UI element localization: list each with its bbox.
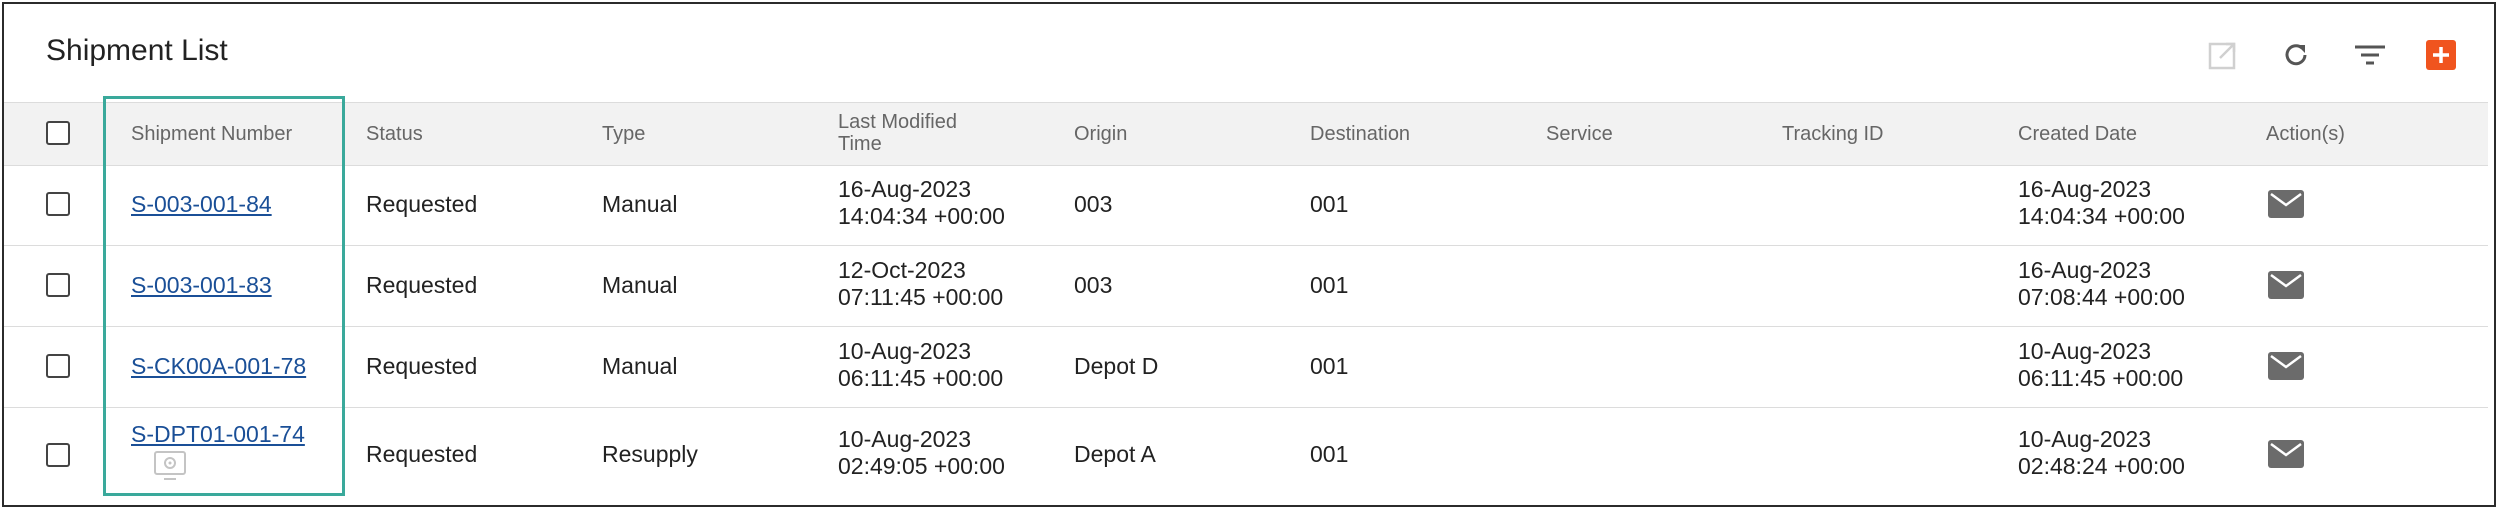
created-date-cell: 10-Aug-2023 06:11:45 +00:00 [2018, 338, 2183, 392]
created-date-cell: 16-Aug-2023 07:08:44 +00:00 [2018, 257, 2185, 311]
column-header-type[interactable]: Type [602, 123, 645, 145]
column-header-shipment-number[interactable]: Shipment Number [131, 123, 292, 145]
table-row: S-DPT01-001-74 Requested Resupply 10-Aug… [4, 407, 2488, 503]
select-all-checkbox[interactable] [46, 121, 70, 145]
created-date: 10-Aug-2023 [2018, 338, 2151, 364]
mail-icon[interactable] [2268, 271, 2304, 299]
last-modified-cell: 16-Aug-2023 14:04:34 +00:00 [838, 176, 1005, 230]
last-modified-time: 07:11:45 +00:00 [838, 284, 1004, 310]
created-time: 07:08:44 +00:00 [2018, 284, 2185, 310]
column-header-tracking-id[interactable]: Tracking ID [1782, 123, 1884, 145]
origin-cell: 003 [1074, 191, 1113, 217]
shipment-number-link[interactable]: S-003-001-84 [131, 191, 272, 218]
settings-monitor-icon[interactable] [154, 451, 186, 481]
table-header: Shipment Number Status Type Last Modifie… [4, 102, 2488, 166]
status-cell: Requested [366, 191, 478, 217]
type-cell: Manual [602, 272, 678, 298]
column-header-destination[interactable]: Destination [1310, 123, 1410, 145]
column-header-service[interactable]: Service [1546, 123, 1613, 145]
column-header-origin[interactable]: Origin [1074, 123, 1127, 145]
row-checkbox[interactable] [46, 273, 70, 297]
created-time: 14:04:34 +00:00 [2018, 203, 2185, 229]
column-header-last-modified-time[interactable]: Last Modified Time [838, 111, 968, 155]
add-icon[interactable] [2422, 36, 2460, 74]
last-modified-time: 14:04:34 +00:00 [838, 203, 1005, 229]
mail-icon[interactable] [2268, 352, 2304, 380]
table-row: S-003-001-84 Requested Manual 16-Aug-202… [4, 164, 2488, 246]
created-date: 16-Aug-2023 [2018, 257, 2151, 283]
last-modified-date: 10-Aug-2023 [838, 426, 971, 452]
last-modified-cell: 10-Aug-2023 02:49:05 +00:00 [838, 426, 1005, 480]
created-date-cell: 16-Aug-2023 14:04:34 +00:00 [2018, 176, 2185, 230]
shipment-number-link[interactable]: S-CK00A-001-78 [131, 353, 306, 380]
last-modified-cell: 10-Aug-2023 06:11:45 +00:00 [838, 338, 1003, 392]
status-cell: Requested [366, 441, 478, 467]
page-title: Shipment List [46, 34, 228, 67]
mail-icon[interactable] [2268, 190, 2304, 218]
origin-cell: 003 [1074, 272, 1113, 298]
last-modified-time: 02:49:05 +00:00 [838, 453, 1005, 479]
shipment-list-panel: Shipment List Shipment Number Status Typ… [2, 2, 2496, 507]
table-row: S-003-001-83 Requested Manual 12-Oct-202… [4, 245, 2488, 327]
open-external-icon[interactable] [2204, 36, 2242, 74]
destination-cell: 001 [1310, 441, 1349, 467]
shipment-number-link[interactable]: S-DPT01-001-74 [131, 421, 305, 448]
last-modified-date: 12-Oct-2023 [838, 257, 966, 283]
origin-cell: Depot D [1074, 353, 1159, 379]
destination-cell: 001 [1310, 353, 1349, 379]
created-time: 06:11:45 +00:00 [2018, 365, 2184, 391]
destination-cell: 001 [1310, 191, 1349, 217]
column-header-actions: Action(s) [2266, 123, 2345, 145]
column-header-created-date[interactable]: Created Date [2018, 123, 2137, 145]
destination-cell: 001 [1310, 272, 1349, 298]
type-cell: Manual [602, 191, 678, 217]
status-cell: Requested [366, 353, 478, 379]
last-modified-cell: 12-Oct-2023 07:11:45 +00:00 [838, 257, 1003, 311]
last-modified-date: 16-Aug-2023 [838, 176, 971, 202]
created-date: 10-Aug-2023 [2018, 426, 2151, 452]
row-checkbox[interactable] [46, 443, 70, 467]
origin-cell: Depot A [1074, 441, 1156, 467]
refresh-icon[interactable] [2277, 36, 2315, 74]
created-date-cell: 10-Aug-2023 02:48:24 +00:00 [2018, 426, 2185, 480]
filter-icon[interactable] [2351, 36, 2389, 74]
column-header-status[interactable]: Status [366, 123, 423, 145]
status-cell: Requested [366, 272, 478, 298]
last-modified-time: 06:11:45 +00:00 [838, 365, 1004, 391]
type-cell: Resupply [602, 441, 698, 467]
created-date: 16-Aug-2023 [2018, 176, 2151, 202]
shipment-number-link[interactable]: S-003-001-83 [131, 272, 272, 299]
last-modified-date: 10-Aug-2023 [838, 338, 971, 364]
created-time: 02:48:24 +00:00 [2018, 453, 2185, 479]
row-checkbox[interactable] [46, 354, 70, 378]
type-cell: Manual [602, 353, 678, 379]
row-checkbox[interactable] [46, 192, 70, 216]
table-row: S-CK00A-001-78 Requested Manual 10-Aug-2… [4, 326, 2488, 408]
mail-icon[interactable] [2268, 440, 2304, 468]
